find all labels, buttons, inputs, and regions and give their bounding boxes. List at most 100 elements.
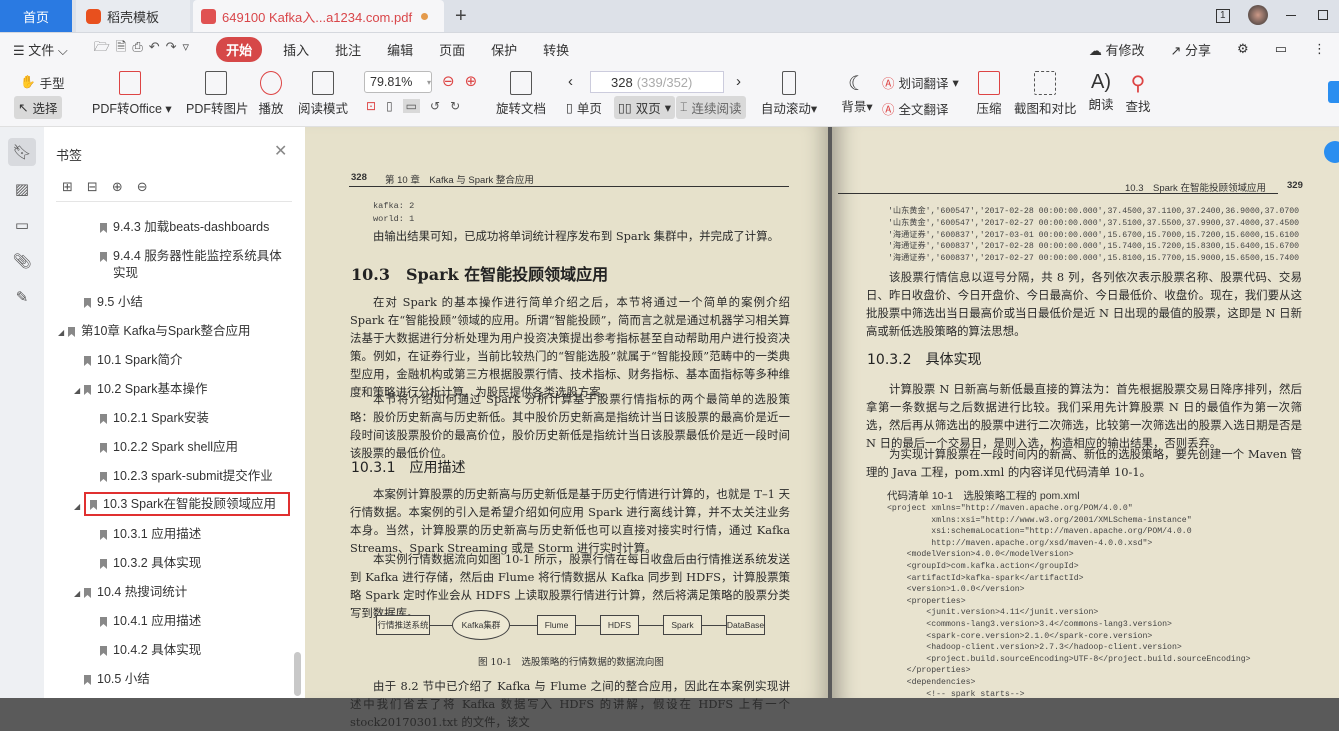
side-assistant-button[interactable]	[1328, 81, 1339, 103]
more-icon[interactable]: ⋮	[1300, 41, 1339, 57]
bookmark-item[interactable]: 10.5 小结	[84, 671, 150, 688]
avatar[interactable]	[1248, 5, 1268, 25]
scrollbar[interactable]	[294, 652, 301, 696]
collapse-triangle-icon[interactable]: ◢	[74, 589, 80, 598]
bookmark-panel-icon[interactable]: 🔖︎	[8, 138, 36, 166]
bookmark-item[interactable]: 第10章 Kafka与Spark整合应用	[68, 323, 251, 340]
collapse-triangle-icon[interactable]: ◢	[74, 386, 80, 395]
restore-icon[interactable]	[1318, 10, 1328, 20]
expand-all-icon[interactable]: ⊞	[62, 179, 87, 194]
quick-access-icons[interactable]: 🗁🗎⎙↶↷▿	[81, 38, 208, 60]
menu-convert[interactable]: 转换	[530, 40, 582, 59]
tab-home[interactable]: 首页	[0, 0, 72, 32]
collapse-triangle-icon[interactable]: ◢	[58, 328, 64, 337]
floating-assistant-button[interactable]	[1324, 141, 1339, 163]
collapse-triangle-icon[interactable]: ◢	[74, 502, 80, 511]
tab-daoke[interactable]: 稻壳模板	[76, 0, 190, 32]
bookmark-item[interactable]: 10.1 Spark简介	[84, 352, 182, 369]
menu-start[interactable]: 开始	[216, 37, 262, 62]
label: 第10章 Kafka与Spark整合应用	[81, 323, 251, 340]
window-count-badge[interactable]: 1	[1216, 0, 1230, 32]
view-buttons: ⊡ ▯ ▭ ↺ ↻	[366, 99, 460, 113]
flow-node: Flume	[537, 615, 576, 635]
bookmark-item[interactable]: 10.2.3 spark-submit提交作业	[100, 468, 273, 485]
menu-annotate[interactable]: 批注	[322, 40, 374, 59]
bookmark-item[interactable]: 10.2.1 Spark安装	[100, 410, 209, 427]
continuous-read-button[interactable]: ⌶连续阅读	[676, 96, 746, 119]
comment-icon[interactable]: ▭	[1262, 41, 1300, 57]
zoom-out-icon[interactable]: ⊖	[442, 72, 455, 90]
bookmark-item[interactable]: 10.3.1 应用描述	[100, 526, 201, 543]
zoom-in-icon[interactable]: ⊕	[465, 72, 478, 90]
bookmark-item[interactable]: 10.2.2 Spark shell应用	[100, 439, 238, 456]
hand-tool-button[interactable]: ✋手型	[20, 73, 65, 92]
minimize-icon[interactable]	[1286, 15, 1296, 16]
remove-bookmark-icon[interactable]: ⊖	[137, 179, 162, 194]
fit-page-icon[interactable]: ▯	[386, 99, 393, 113]
rotate-right-icon[interactable]: ↻	[450, 99, 460, 113]
tab-pdf-document[interactable]: 649100 Kafka入...a1234.com.pdf	[193, 0, 444, 32]
paragraph: 本实例行情数据流向如图 10-1 所示，股票行情在每日收盘后由行情推送系统发送到…	[350, 550, 790, 622]
select-tool-button[interactable]: ↖选择	[14, 96, 62, 119]
bookmark-item[interactable]: 10.4.1 应用描述	[100, 613, 201, 630]
screenshot-compare-button[interactable]: 截图和对比	[1014, 71, 1076, 117]
bookmark-item[interactable]: 9.5 小结	[84, 294, 143, 311]
bookmark-item[interactable]: 10.4.2 具体实现	[100, 642, 201, 659]
code-block: <project xmlns="http://maven.apache.org/…	[887, 503, 1251, 700]
new-tab-button[interactable]: +	[455, 0, 467, 32]
running-header: 第 10 章 Kafka 与 Spark 整合应用	[385, 172, 534, 186]
double-page-button[interactable]: ▯▯双页▾	[614, 96, 675, 119]
bookmark-item[interactable]: 9.4.4 服务器性能监控系统具体实现	[100, 248, 290, 282]
background-button[interactable]: ☾背景▾	[840, 71, 874, 115]
single-page-icon: ▯	[566, 100, 573, 115]
play-button[interactable]: 播放	[256, 71, 286, 117]
comment-panel-icon[interactable]: ▭	[8, 211, 36, 239]
bookmark-item[interactable]: 9.4.3 加载beats-dashboards	[100, 219, 269, 236]
find-button[interactable]: ⚲查找	[1124, 71, 1152, 115]
fit-width-icon[interactable]: ▭	[403, 99, 420, 113]
rotate-document-button[interactable]: 旋转文档	[496, 71, 546, 117]
file-menu[interactable]: ☰ 文件 ⌵	[0, 40, 81, 59]
page-number-input[interactable]: 328(339/352)	[590, 71, 724, 93]
bookmark-item[interactable]: 10.3.2 具体实现	[100, 555, 201, 572]
zoom-value: 79.81%	[370, 75, 412, 89]
settings-icon[interactable]: ⚙	[1224, 41, 1262, 57]
section-heading: 10.3 Spark 在智能投顾领域应用	[351, 261, 608, 285]
pdf-to-office-button[interactable]: PDF转Office ▾	[92, 71, 168, 117]
label: 选择	[32, 98, 57, 117]
add-bookmark-icon[interactable]: ⊕	[112, 179, 137, 194]
compress-button[interactable]: 压缩	[974, 71, 1004, 117]
bookmark-icon	[100, 252, 107, 262]
attachment-icon[interactable]: 📎︎	[8, 247, 36, 275]
close-icon[interactable]: ✕	[274, 141, 287, 161]
signature-icon[interactable]: ✎	[8, 283, 36, 311]
menu-edit[interactable]: 编辑	[374, 40, 426, 59]
read-mode-button[interactable]: 阅读模式	[298, 71, 348, 117]
thumbnail-icon[interactable]: ▨	[8, 175, 36, 203]
bookmark-item[interactable]: 10.2 Spark基本操作	[84, 381, 207, 398]
menu-page[interactable]: 页面	[426, 40, 478, 59]
zoom-select[interactable]: 79.81%▾	[364, 71, 432, 93]
label: 朗读	[1087, 94, 1115, 113]
read-aloud-button[interactable]: A)朗读	[1087, 71, 1115, 113]
bookmark-icon	[84, 385, 91, 395]
menu-insert[interactable]: 插入	[270, 40, 322, 59]
next-page-button[interactable]: ›	[736, 73, 741, 90]
label: 9.4.3 加载beats-dashboards	[113, 219, 269, 236]
menu-protect[interactable]: 保护	[478, 40, 530, 59]
auto-scroll-button[interactable]: 自动滚动▾	[760, 71, 818, 117]
rotate-left-icon[interactable]: ↺	[430, 99, 440, 113]
full-translate-button[interactable]: Ⓐ全文翻译	[882, 99, 949, 118]
bookmark-item-selected[interactable]: 10.3 Spark在智能投顾领域应用	[84, 492, 290, 516]
collapse-all-icon[interactable]: ⊟	[87, 179, 112, 194]
bookmark-item[interactable]: 10.4 热搜词统计	[84, 584, 187, 601]
pdf-to-image-button[interactable]: PDF转图片	[186, 71, 246, 117]
modified-status[interactable]: ☁ 有修改	[1076, 40, 1158, 59]
share-button[interactable]: ↗ 分享	[1158, 40, 1225, 59]
label: 10.2.2 Spark shell应用	[113, 439, 238, 456]
actual-size-icon[interactable]: ⊡	[366, 99, 376, 113]
single-page-button[interactable]: ▯单页	[566, 98, 602, 117]
word-translate-button[interactable]: Ⓐ划词翻译▾	[882, 73, 959, 92]
flow-node: 行情推送系统	[376, 615, 430, 635]
prev-page-button[interactable]: ‹	[568, 73, 573, 90]
